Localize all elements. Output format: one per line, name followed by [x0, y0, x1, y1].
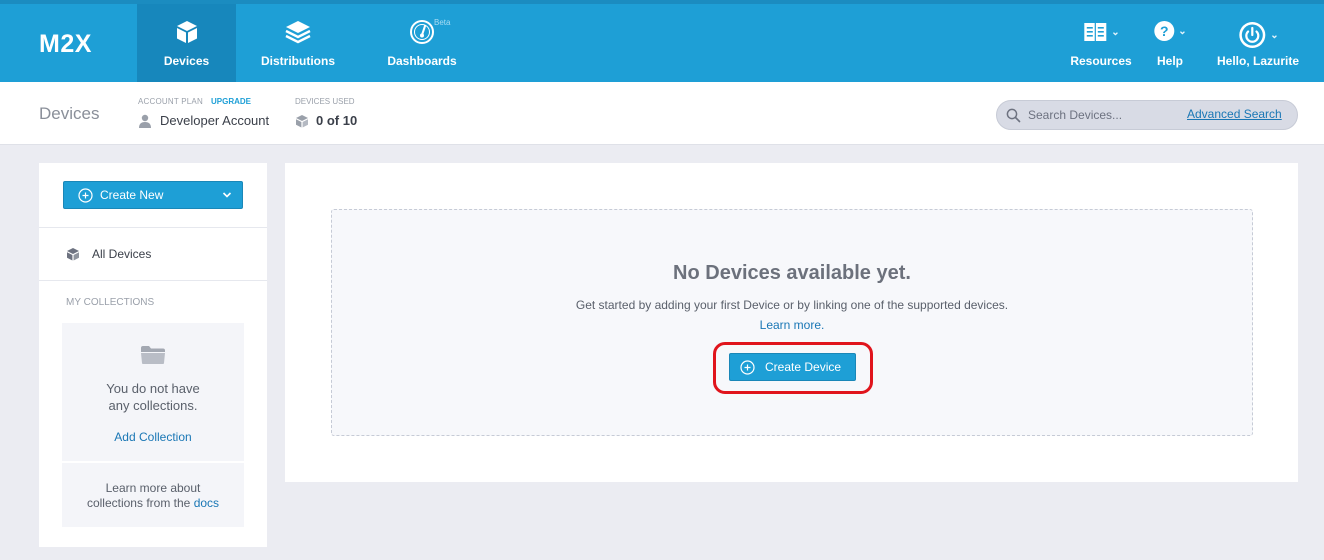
plus-circle-icon [78, 187, 93, 203]
nav-devices[interactable]: Devices [137, 4, 236, 82]
divider [39, 227, 267, 228]
chevron-down-icon [222, 192, 232, 198]
create-device-label: Create Device [765, 360, 842, 374]
user-icon [139, 114, 151, 128]
cube-icon [67, 248, 79, 261]
gauge-icon [408, 18, 436, 46]
devices-used-value: 0 of 10 [295, 113, 357, 128]
upgrade-link[interactable]: UPGRADE [211, 97, 251, 106]
create-new-button[interactable]: Create New [63, 181, 243, 209]
docs-link[interactable]: docs [194, 496, 219, 510]
chevron-down-icon: ⌄ [1178, 25, 1187, 37]
nav-user-label: Hello, Lazurite [1216, 54, 1299, 68]
docs-line2: collections from the docs [62, 496, 244, 511]
power-icon [1239, 22, 1266, 48]
chevron-down-icon: ⌄ [1270, 29, 1279, 41]
sidebar: Create New All Devices MY COLLECTIONS Yo… [39, 163, 267, 547]
nav-user-menu[interactable]: ⌄ Hello, Lazurite [1212, 4, 1304, 82]
folder-icon [141, 346, 165, 364]
cube-icon [173, 18, 201, 46]
nav-distributions[interactable]: Distributions [250, 4, 346, 82]
account-plan-text: Developer Account [160, 113, 270, 128]
search-devices-box: Advanced Search [996, 100, 1298, 130]
learn-more-link[interactable]: Learn more. [332, 318, 1252, 332]
advanced-search-link[interactable]: Advanced Search [1187, 107, 1282, 121]
plus-circle-icon [740, 359, 755, 375]
nav-help-label: Help [1156, 54, 1183, 68]
chevron-down-icon: ⌄ [1111, 26, 1120, 38]
top-nav-bar: M2X Devices Distributions Dashboards Bet… [0, 0, 1324, 82]
book-icon [1084, 23, 1107, 41]
search-icon [1006, 108, 1021, 128]
add-collection-link[interactable]: Add Collection [62, 430, 244, 444]
empty-state-subtitle: Get started by adding your first Device … [575, 298, 1009, 312]
no-collections-line1: You do not have [106, 381, 200, 396]
devices-empty-state: No Devices available yet. Get started by… [331, 209, 1253, 436]
devices-used-label: DEVICES USED [295, 97, 355, 106]
no-collections-text: You do not have any collections. [62, 380, 244, 414]
nav-resources-label: Resources [1070, 54, 1132, 68]
beta-badge: Beta [434, 18, 451, 27]
cube-icon [296, 114, 308, 127]
create-device-button[interactable]: Create Device [729, 353, 856, 381]
layers-icon [284, 18, 312, 46]
account-plan-value: Developer Account [138, 113, 269, 128]
nav-resources[interactable]: ⌄ Resources [1066, 4, 1136, 82]
nav-devices-label: Devices [163, 54, 210, 68]
nav-dashboards-label: Dashboards [387, 54, 457, 68]
docs-line1: Learn more about [105, 481, 201, 495]
create-new-label: Create New [100, 188, 164, 202]
svg-text:?: ? [1160, 23, 1169, 39]
help-icon-group: ? ⌄ [1153, 20, 1187, 42]
question-icon: ? [1154, 21, 1175, 41]
devices-used-text: 0 of 10 [316, 113, 358, 128]
m2x-logo[interactable]: M2X [39, 30, 92, 59]
my-collections-heading: MY COLLECTIONS [66, 297, 155, 308]
main-panel: No Devices available yet. Get started by… [285, 163, 1298, 482]
nav-help[interactable]: ? ⌄ Help [1150, 4, 1190, 82]
resources-icon-group: ⌄ [1082, 20, 1120, 44]
nav-dashboards[interactable]: Dashboards [378, 4, 466, 82]
all-devices-label: All Devices [92, 247, 152, 261]
user-icon-group: ⌄ [1237, 20, 1279, 50]
empty-state-title: No Devices available yet. [673, 262, 911, 284]
docs-line2-text: collections from the [86, 496, 191, 510]
collections-docs-box: Learn more about collections from the do… [62, 463, 244, 527]
divider [39, 280, 267, 281]
nav-distributions-label: Distributions [261, 54, 335, 68]
collections-empty-state: You do not have any collections. Add Col… [62, 323, 244, 461]
collections-docs-text: Learn more about collections from the do… [62, 481, 244, 511]
page-title: Devices [39, 104, 100, 123]
no-collections-line2: any collections. [108, 398, 198, 413]
search-input[interactable] [1028, 106, 1168, 124]
sidebar-item-all-devices[interactable]: All Devices [66, 247, 151, 261]
account-plan-label: ACCOUNT PLAN [138, 97, 203, 106]
